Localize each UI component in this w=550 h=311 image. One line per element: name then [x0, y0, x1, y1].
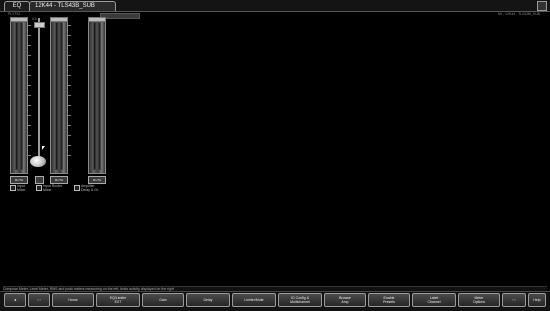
browse-amp-button[interactable]: Browse Amp [324, 293, 366, 307]
main-fader-button[interactable] [35, 176, 44, 184]
prev-arrow-icon[interactable]: ‹ [37, 298, 38, 302]
nav-back-button[interactable]: ◄ [4, 293, 26, 307]
button-label-2: Presets [383, 300, 395, 304]
button-label-2: Amp [341, 300, 349, 304]
fader-cap[interactable] [50, 17, 68, 22]
button-label: Limiter/Mute [244, 298, 264, 302]
mouse-cursor-icon [42, 146, 45, 150]
io-config-button[interactable]: IO Config & Multichannel [278, 293, 322, 307]
button-label-2: Multichannel [290, 300, 310, 304]
button-label-2: Channel [427, 300, 441, 304]
fader-strip-3[interactable] [88, 17, 106, 174]
button-label-2: Options [472, 300, 486, 304]
header-right-label: MI - 12K44 - TLS43B_SUB [498, 12, 540, 16]
delay-button[interactable]: Delay [186, 293, 230, 307]
strip-label-line2: Mixer [17, 188, 26, 192]
window-button[interactable] [537, 1, 547, 11]
gain-button[interactable]: Gain [142, 293, 184, 307]
main-fader-value: 0.0 [32, 17, 37, 21]
nav-back-icon: ◄ [13, 298, 17, 302]
strip-2-mute-button[interactable]: MUTE [50, 176, 68, 184]
strip-1-mute-button[interactable]: MUTE [10, 176, 28, 184]
header-left-label: PLYTIO [8, 12, 21, 16]
next-arrow-icon[interactable]: › [39, 298, 40, 302]
fader-cap[interactable] [10, 17, 28, 22]
meter-options-button[interactable]: Meter Options [458, 293, 500, 307]
enable-presets-button[interactable]: Enable Presets [368, 293, 410, 307]
strip-2-checkbox[interactable] [36, 185, 42, 191]
fader-cap[interactable] [88, 17, 106, 22]
tab-system[interactable]: 12K44 - TLS43B_SUB [29, 1, 116, 11]
strip-3-mute-button[interactable]: MUTE [88, 176, 106, 184]
main-fader-knob[interactable] [30, 156, 46, 167]
help-button[interactable]: Help [528, 293, 546, 307]
strip-label-line2: Delay & Gr. [81, 188, 99, 192]
fader-strip-1[interactable] [10, 17, 28, 174]
fader-strip-2[interactable] [50, 17, 68, 174]
toolbar-arrows[interactable]: ‹ › [502, 293, 526, 307]
fader-track [93, 22, 101, 170]
button-label: Delay [203, 298, 213, 302]
fader-track [55, 22, 63, 170]
main-fader-top-cap[interactable] [34, 22, 45, 28]
tab-eq[interactable]: EQ [4, 1, 30, 11]
fader-scale [28, 25, 31, 160]
fader-scale [68, 25, 71, 160]
strip-3-label: Amplifier Delay & Gr. [81, 184, 107, 192]
fader-track [15, 22, 23, 170]
strip-3-checkbox[interactable] [74, 185, 80, 191]
button-label: Home [68, 298, 78, 302]
prev-arrow-icon[interactable]: ‹ [512, 298, 513, 302]
eq-limiter-button[interactable]: EQ/Limiter EXT [96, 293, 140, 307]
page-arrows[interactable]: ‹ › [28, 293, 50, 307]
next-arrow-icon[interactable]: › [514, 298, 515, 302]
header-center-indicator [100, 13, 140, 19]
strip-label-line2: Mixer [43, 188, 52, 192]
label-channel-button[interactable]: Label Channel [412, 293, 456, 307]
button-label-2: EXT [114, 300, 122, 304]
button-label: Gain [159, 298, 167, 302]
home-button[interactable]: Home [52, 293, 94, 307]
strip-2-label: Input Router Mixer [43, 184, 69, 192]
limiter-mute-button[interactable]: Limiter/Mute [232, 293, 276, 307]
strip-1-checkbox[interactable] [10, 185, 16, 191]
main-fader-track [38, 18, 40, 158]
